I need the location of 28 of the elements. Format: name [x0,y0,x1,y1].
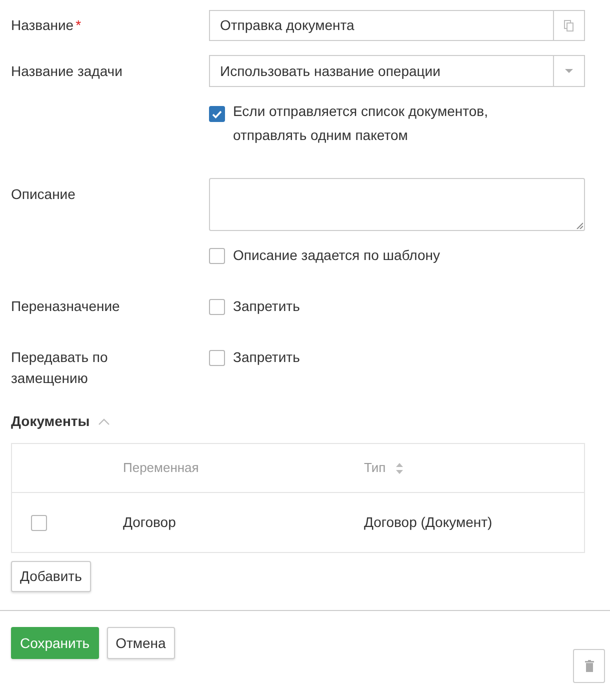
field-label: Передавать по замещению [11,348,109,388]
resize-handle-icon[interactable] [576,222,583,229]
checkbox[interactable] [209,299,225,315]
cancel-button[interactable]: Отмена [106,627,175,659]
checkbox[interactable] [209,106,225,122]
delete-button[interactable] [573,649,605,683]
add-button[interactable]: Добавить [11,561,91,592]
checkbox[interactable] [209,350,225,366]
checkbox-label: Запретить [233,348,300,367]
field-label: Название* [11,16,82,35]
check-icon [211,108,223,120]
field-label: Переназначение [11,297,121,316]
select-field[interactable]: Использовать название операции [209,55,585,87]
checkbox-label: Запретить [233,297,300,316]
table-cell-text: Договор (Документ) [364,513,494,532]
checkbox-label: Описание задается по шаблону [233,246,440,265]
sort-icon[interactable] [396,462,403,474]
table-cell-text: Договор [123,513,177,532]
section-title: Документы [11,412,90,431]
checkbox-label: Если отправляется список документов, отправлять одним пакетом [233,102,489,145]
checkbox[interactable] [31,514,47,530]
chevron-up-icon[interactable] [98,418,110,425]
description-textarea[interactable] [209,178,585,231]
field-label: Название задачи [11,62,124,81]
text-field[interactable]: Отправка документа [209,10,585,41]
trash-icon [584,660,594,672]
checkbox[interactable] [209,248,225,264]
field-label: Описание [11,185,76,204]
